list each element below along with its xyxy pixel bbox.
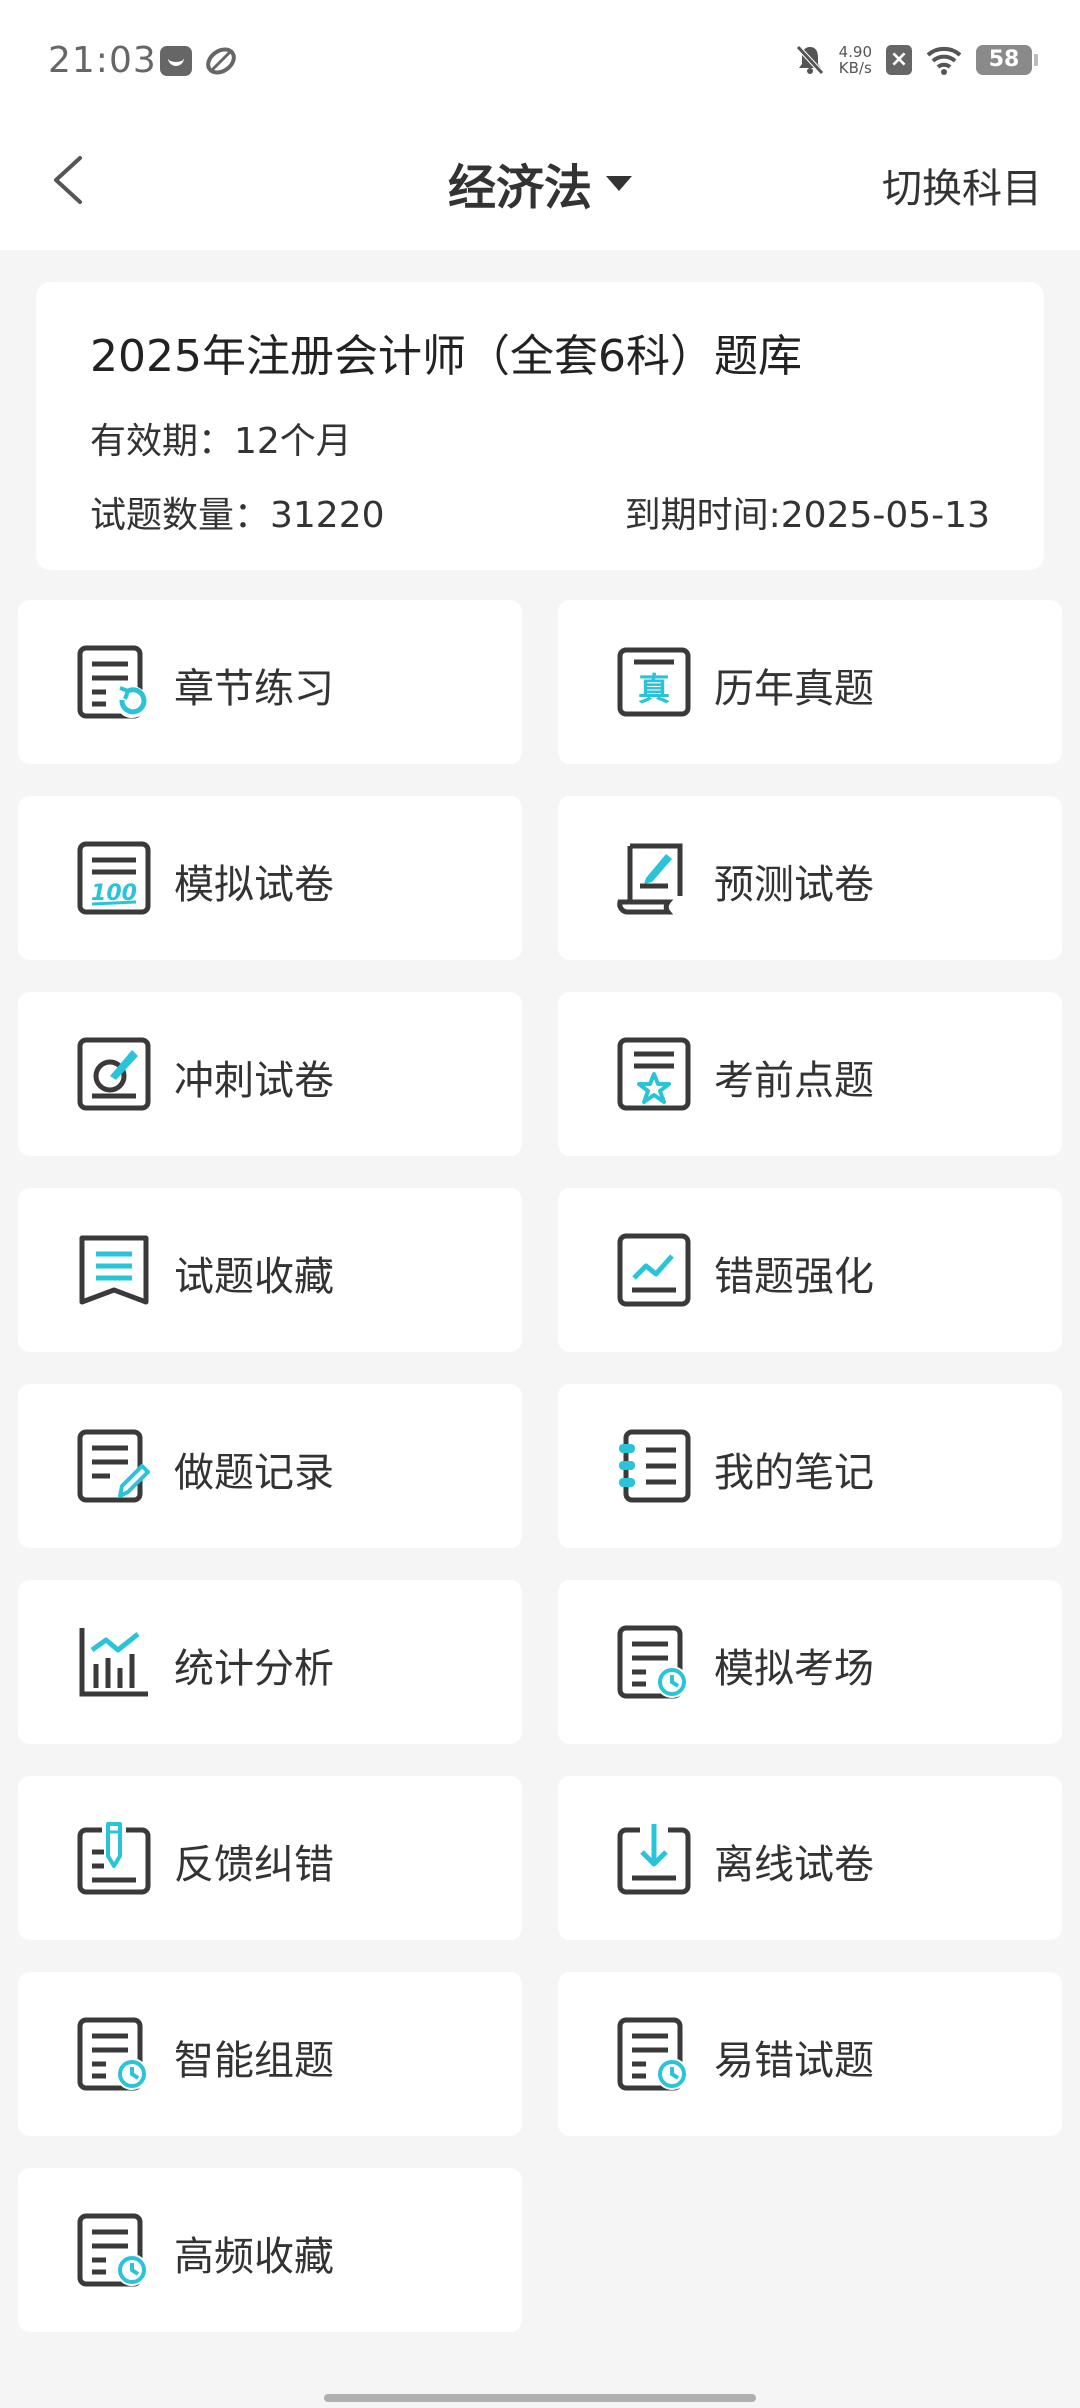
menu-item-statistics[interactable]: 统计分析 bbox=[18, 1580, 522, 1744]
mock-paper-icon: 100 bbox=[77, 841, 151, 915]
home-indicator[interactable] bbox=[324, 2394, 756, 2402]
menu-item-label: 考前点题 bbox=[714, 1058, 874, 1104]
caret-down-icon bbox=[606, 175, 632, 191]
menu-item-mock-exam-room[interactable]: 模拟考场 bbox=[558, 1580, 1062, 1744]
doc-clock-icon bbox=[77, 2213, 148, 2287]
net-speed-value: 4.90 bbox=[838, 43, 872, 61]
switch-subject-button[interactable]: 切换科目 bbox=[882, 156, 1042, 214]
menu-item-pre-exam-points[interactable]: 考前点题 bbox=[558, 992, 1062, 1156]
menu-item-feedback[interactable]: 反馈纠错 bbox=[18, 1776, 522, 1940]
bar-chart-icon bbox=[79, 1628, 148, 1697]
menu-item-label: 模拟考场 bbox=[714, 1646, 874, 1692]
menu-item-label: 试题收藏 bbox=[174, 1254, 334, 1300]
menu-item-label: 错题强化 bbox=[714, 1254, 874, 1300]
past-exams-icon: 真 bbox=[617, 647, 691, 717]
net-speed: 4.90 KB/s bbox=[839, 44, 872, 76]
menu-item-label: 预测试卷 bbox=[714, 862, 874, 908]
net-speed-unit: KB/s bbox=[838, 59, 872, 77]
menu-item-label: 我的笔记 bbox=[714, 1450, 874, 1496]
menu-item-label: 章节练习 bbox=[174, 666, 334, 712]
forecast-paper-icon bbox=[617, 843, 683, 915]
menu-item-label: 历年真题 bbox=[714, 666, 874, 712]
menu-item-question-favorites[interactable]: 试题收藏 bbox=[18, 1188, 522, 1352]
menu-item-offline-paper[interactable]: 离线试卷 bbox=[558, 1776, 1062, 1940]
menu-item-label: 统计分析 bbox=[174, 1646, 334, 1692]
question-bank-title: 2025年注册会计师（全套6科）题库 bbox=[90, 331, 802, 382]
doc-clock-icon bbox=[617, 2017, 688, 2091]
menu-item-mock-paper[interactable]: 100 模拟试卷 bbox=[18, 796, 522, 960]
menu-item-smart-compose[interactable]: 智能组题 bbox=[18, 1972, 522, 2136]
menu-item-label: 模拟试卷 bbox=[174, 862, 334, 908]
menu-item-sprint-paper[interactable]: 冲刺试卷 bbox=[18, 992, 522, 1156]
menu-item-my-notes[interactable]: 我的笔记 bbox=[558, 1384, 1062, 1548]
menu-item-wrong-questions[interactable]: 错题强化 bbox=[558, 1188, 1062, 1352]
wifi-icon bbox=[926, 46, 962, 75]
pre-exam-star-icon bbox=[617, 1037, 691, 1111]
question-bank-info-card: 2025年注册会计师（全套6科）题库 有效期：12个月 试题数量：31220 到… bbox=[36, 282, 1044, 570]
status-bar: 21:03 4.90 KB/s × 58 bbox=[0, 0, 1080, 120]
menu-item-past-exams[interactable]: 真 历年真题 bbox=[558, 600, 1062, 764]
sprint-paper-icon bbox=[77, 1037, 151, 1111]
mute-bell-icon bbox=[795, 45, 824, 75]
menu-item-label: 易错试题 bbox=[714, 2038, 874, 2084]
menu-item-label: 离线试卷 bbox=[714, 1842, 874, 1888]
svg-text:真: 真 bbox=[638, 670, 670, 708]
trend-chart-icon bbox=[617, 1233, 691, 1307]
question-count: 试题数量：31220 bbox=[90, 495, 385, 536]
menu-item-label: 冲刺试卷 bbox=[174, 1058, 334, 1104]
download-icon bbox=[617, 1824, 691, 1895]
doc-clock-icon bbox=[617, 1625, 688, 1699]
leaf-app-icon bbox=[206, 47, 236, 75]
status-time: 21:03 bbox=[48, 40, 157, 81]
record-pencil-icon bbox=[77, 1429, 150, 1503]
mail-app-icon bbox=[160, 46, 192, 76]
feedback-pen-icon bbox=[77, 1822, 151, 1895]
close-square-icon: × bbox=[886, 45, 912, 75]
menu-item-chapter-practice[interactable]: 章节练习 bbox=[18, 600, 522, 764]
menu-item-practice-record[interactable]: 做题记录 bbox=[18, 1384, 522, 1548]
menu-item-label: 反馈纠错 bbox=[174, 1842, 334, 1888]
subject-title: 经济法 bbox=[447, 160, 592, 216]
bookmark-icon bbox=[79, 1235, 149, 1305]
battery-indicator: 58 bbox=[976, 45, 1038, 75]
menu-item-label: 做题记录 bbox=[174, 1450, 334, 1496]
chapter-practice-icon bbox=[77, 645, 148, 719]
validity-period: 有效期：12个月 bbox=[90, 421, 352, 462]
menu-item-label: 智能组题 bbox=[174, 2038, 334, 2084]
menu-item-error-prone[interactable]: 易错试题 bbox=[558, 1972, 1062, 2136]
top-nav-bar: 经济法 切换科目 bbox=[0, 120, 1080, 250]
notebook-icon bbox=[619, 1429, 691, 1503]
menu-item-high-freq-favorites[interactable]: 高频收藏 bbox=[18, 2168, 522, 2332]
expire-date: 到期时间:2025-05-13 bbox=[624, 495, 990, 536]
menu-item-label: 高频收藏 bbox=[174, 2234, 334, 2280]
menu-item-forecast-paper[interactable]: 预测试卷 bbox=[558, 796, 1062, 960]
doc-clock-icon bbox=[77, 2017, 148, 2091]
status-right: 4.90 KB/s × 58 bbox=[795, 40, 1038, 80]
